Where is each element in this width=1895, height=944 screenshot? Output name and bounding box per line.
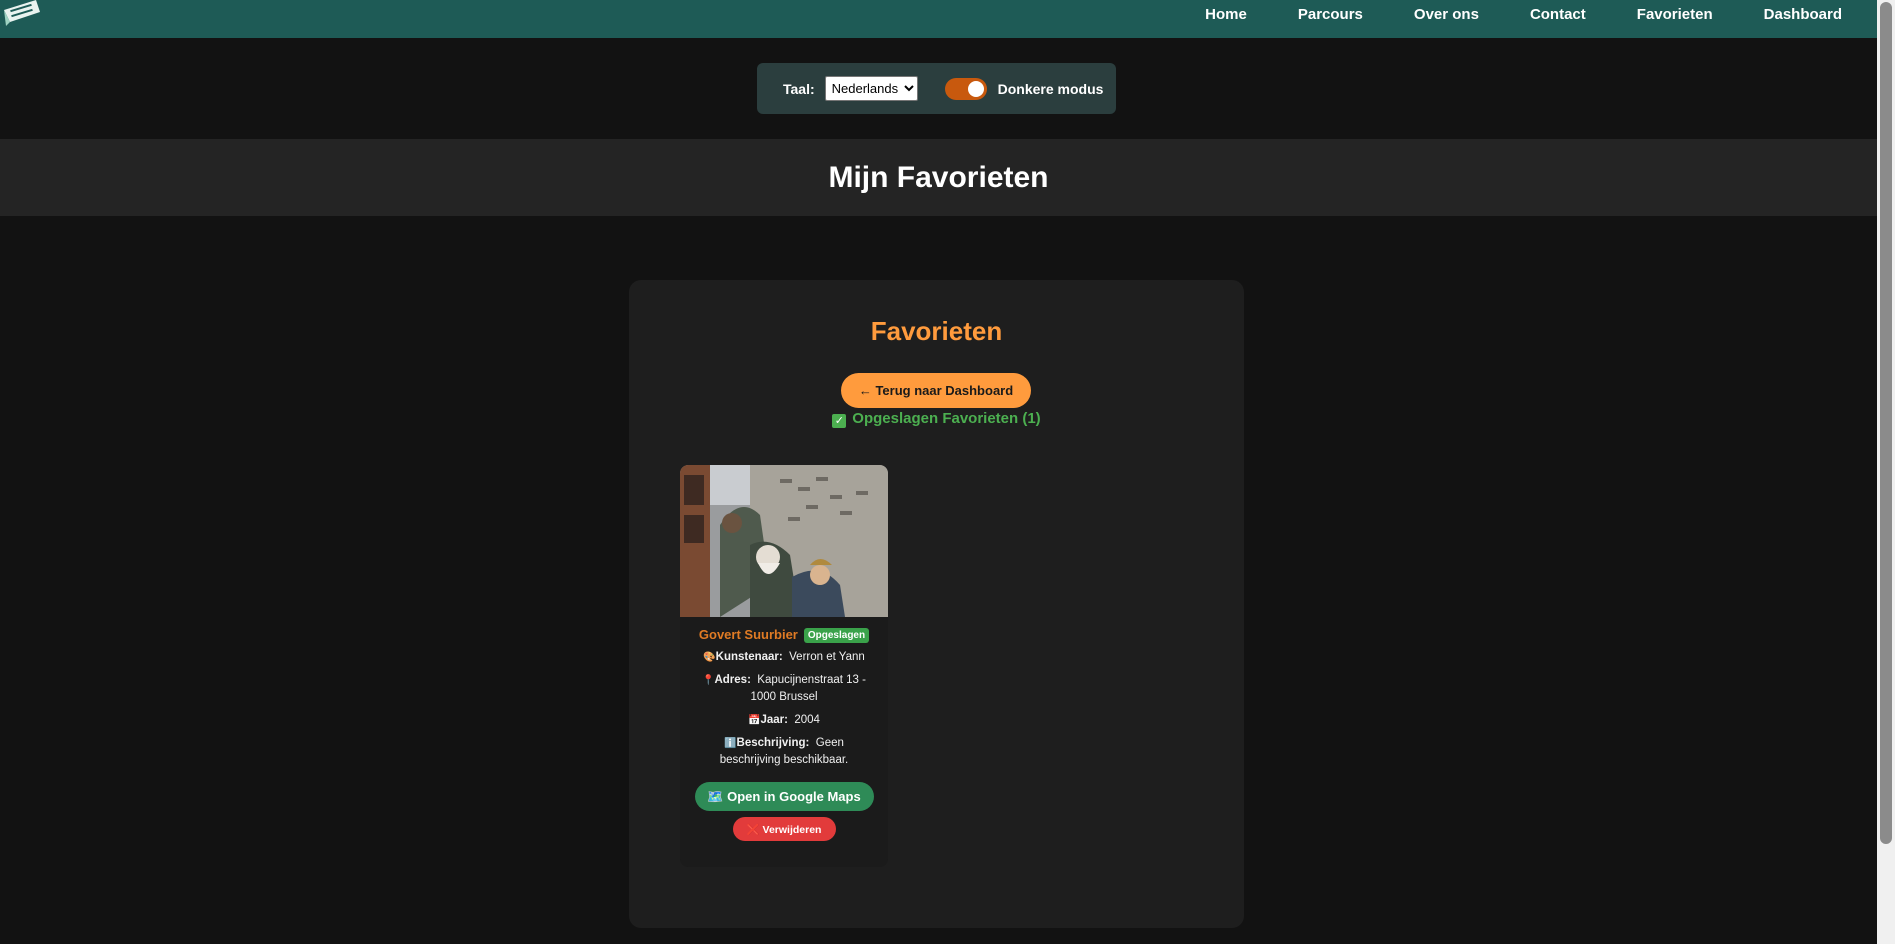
saved-favorites-count: ✓ Opgeslagen Favorieten (1) (629, 408, 1244, 430)
language-label: Taal: (783, 80, 815, 97)
toggle-knob (967, 80, 984, 97)
maps-button-label: Open in Google Maps (727, 788, 861, 804)
dark-mode-label: Donkere modus (997, 80, 1104, 97)
artist-info: 🎨Kunstenaar: Verron et Yann (694, 649, 874, 666)
calendar-icon: 📅 (748, 715, 761, 726)
nav-parcours[interactable]: Parcours (1298, 0, 1363, 27)
year-info: 📅Jaar: 2004 (694, 712, 874, 729)
address-info: 📍Adres: Kapucijnenstraat 13 - 1000 Bruss… (694, 672, 874, 706)
artist-label: Kunstenaar: (715, 651, 783, 663)
palette-icon: 🎨 (703, 652, 716, 663)
back-to-dashboard-button[interactable]: ← Terug naar Dashboard (841, 373, 1031, 408)
nav-contact[interactable]: Contact (1530, 0, 1586, 27)
address-label: Adres: (714, 674, 751, 686)
nav-dashboard[interactable]: Dashboard (1764, 0, 1842, 27)
pin-icon: 📍 (702, 675, 715, 686)
settings-bar: Taal: Nederlands Donkere modus (757, 63, 1116, 114)
description-info: ℹ️Beschrijving: Geen beschrijving beschi… (694, 735, 874, 769)
description-label: Beschrijving: (736, 737, 810, 749)
info-icon: ℹ️ (724, 738, 737, 749)
favorite-card: Govert Suurbier Opgeslagen 🎨Kunstenaar: V… (680, 465, 888, 867)
language-select[interactable]: Nederlands (824, 76, 918, 101)
favorites-panel: Favorieten ← Terug naar Dashboard ✓ Opges… (629, 280, 1244, 928)
artist-value: Verron et Yann (789, 651, 865, 663)
nav-links: Home Parcours Over ons Contact Favoriete… (1205, 0, 1877, 27)
nav-home[interactable]: Home (1205, 0, 1247, 27)
saved-badge: Opgeslagen (803, 628, 870, 643)
checkmark-icon: ✓ (832, 414, 847, 428)
remove-button-label: Verwijderen (762, 823, 822, 836)
navbar: Home Parcours Over ons Contact Favoriete… (0, 0, 1877, 38)
favorite-title: Govert Suurbier (698, 627, 798, 642)
favorites-title: Favorieten (870, 316, 1003, 346)
map-icon: 🗺️ (707, 788, 724, 804)
nav-favorieten[interactable]: Favorieten (1637, 0, 1713, 27)
address-value: Kapucijnenstraat 13 - 1000 Brussel (750, 674, 866, 703)
page-header: Mijn Favorieten (0, 139, 1877, 216)
dark-mode-toggle[interactable] (944, 77, 987, 100)
nav-over-ons[interactable]: Over ons (1414, 0, 1479, 27)
logo-icon[interactable] (2, 0, 42, 26)
remove-favorite-button[interactable]: ❌ Verwijderen (732, 817, 836, 841)
saved-favorites-label: Opgeslagen Favorieten (1) (852, 410, 1041, 427)
scrollbar-track[interactable] (1877, 0, 1895, 944)
year-label: Jaar: (760, 714, 788, 726)
open-google-maps-button[interactable]: 🗺️ Open in Google Maps (694, 782, 874, 811)
page-title: Mijn Favorieten (828, 160, 1049, 194)
year-value: 2004 (794, 714, 820, 726)
favorite-title-row: Govert Suurbier Opgeslagen (680, 627, 888, 643)
cross-icon: ❌ (746, 823, 760, 836)
scrollbar-thumb[interactable] (1880, 2, 1892, 844)
mural-image[interactable] (680, 465, 888, 617)
